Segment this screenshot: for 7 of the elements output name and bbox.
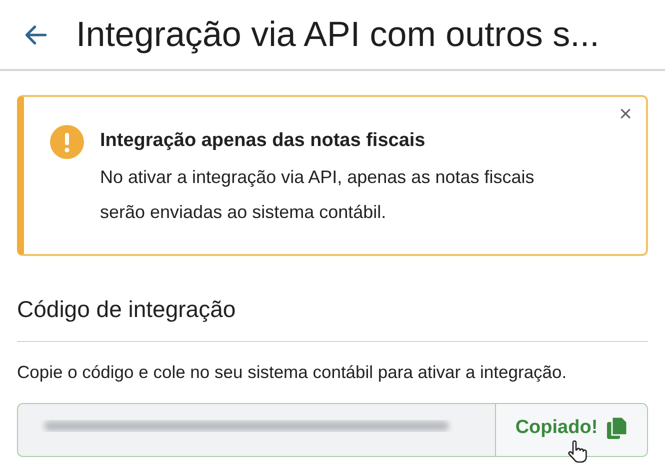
close-button[interactable]: × bbox=[615, 103, 636, 125]
section-heading: Código de integração bbox=[17, 296, 648, 342]
alert-title: Integração apenas das notas fiscais bbox=[100, 129, 426, 153]
alert-message: No ativar a integração via API, apenas as notas fiscais serão enviadas ao sistema contábil. bbox=[100, 166, 536, 224]
page-title: Integração via API com outros s... bbox=[76, 14, 600, 56]
warning-icon bbox=[50, 125, 84, 159]
section-description: Copie o código e cole no seu sistema contábil para ativar a integração. bbox=[17, 361, 568, 384]
